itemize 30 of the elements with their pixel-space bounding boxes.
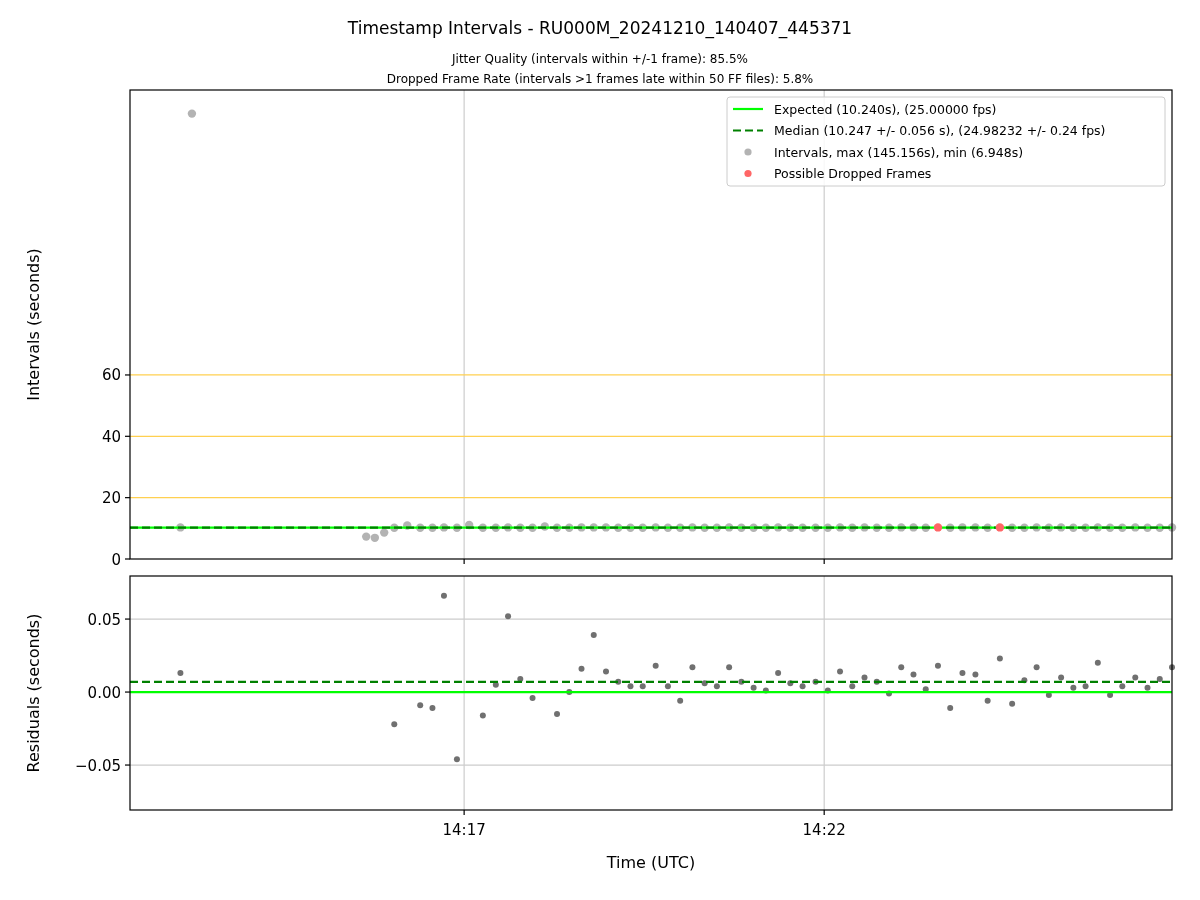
legend-label: Median (10.247 +/- 0.056 s), (24.98232 +/- 0.24 fps) [774, 123, 1106, 138]
tick-mark [124, 764, 131, 766]
tick-mark [823, 558, 825, 565]
tick-mark [124, 558, 131, 560]
axis-label: Residuals (seconds) [24, 613, 43, 773]
tick-label: 40 [101, 427, 121, 446]
tick-mark [124, 618, 131, 620]
tick-label: 14:22 [802, 821, 846, 839]
tick-label: 0.00 [87, 683, 121, 702]
axis-label: Time (UTC) [606, 853, 696, 872]
legend-label: Possible Dropped Frames [774, 166, 932, 181]
chart-subtitle: Dropped Frame Rate (intervals >1 frames late within 50 FF files): 5.8% [386, 71, 814, 88]
tick-label: 14:17 [442, 821, 486, 839]
tick-mark [124, 374, 131, 376]
tick-label: −0.05 [75, 756, 121, 775]
tick-label: 60 [101, 366, 121, 385]
tick-mark [124, 435, 131, 437]
tick-label: 20 [101, 489, 121, 508]
tick-label: 0 [111, 550, 121, 568]
tick-mark [124, 691, 131, 693]
tick-mark [823, 809, 825, 816]
tick-mark [124, 497, 131, 499]
legend-label: Intervals, max (145.156s), min (6.948s) [774, 144, 1024, 160]
axis-label: Intervals (seconds) [24, 248, 43, 401]
legend-label: Expected (10.240s), (25.00000 fps) [774, 101, 997, 117]
tick-mark [463, 809, 465, 816]
tick-mark [463, 558, 465, 565]
chart-subtitle: Jitter Quality (intervals within +/-1 frame): 85.5% [452, 51, 748, 68]
tick-label: 0.05 [87, 610, 121, 629]
chart-title: Timestamp Intervals - RU000M_20241210_140407_445371 [347, 17, 853, 41]
